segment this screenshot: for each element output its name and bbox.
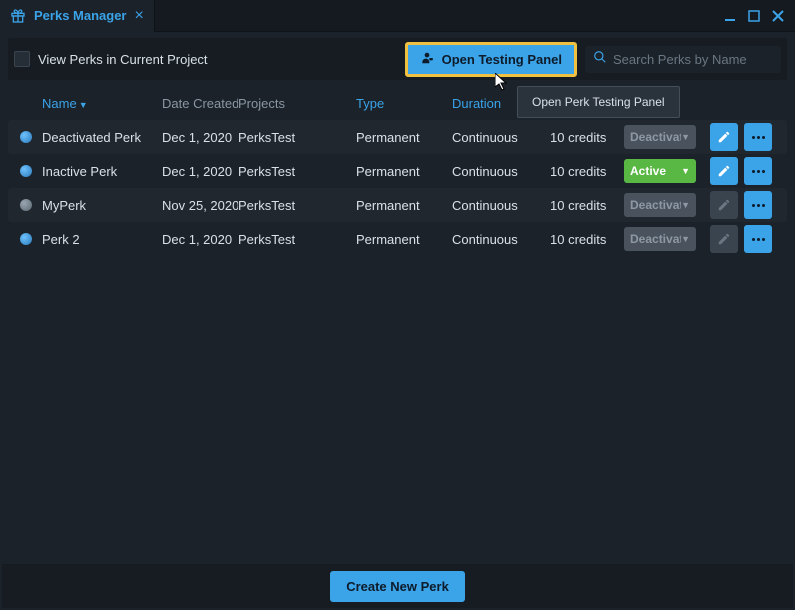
sort-caret-icon: ▼	[79, 100, 88, 110]
perks-manager-window: Perks Manager × View Perks in Current Pr…	[0, 0, 795, 610]
col-type[interactable]: Type	[356, 96, 452, 111]
more-button[interactable]	[744, 157, 772, 185]
cell-projects: PerksTest	[238, 130, 356, 145]
cell-projects: PerksTest	[238, 198, 356, 213]
perks-table: Name▼ Date Created Projects Type Duratio…	[0, 86, 795, 564]
ellipsis-icon	[752, 136, 765, 139]
tooltip: Open Perk Testing Panel	[517, 86, 680, 118]
testing-icon	[420, 51, 434, 68]
status-dropdown[interactable]: Deactivated▼	[624, 227, 696, 251]
tab-title: Perks Manager	[34, 8, 127, 23]
col-projects[interactable]: Projects	[238, 96, 356, 111]
cell-price: 10 credits	[550, 164, 624, 179]
cell-duration: Continuous	[452, 164, 550, 179]
cell-name: Perk 2	[42, 232, 162, 247]
search-input[interactable]	[613, 52, 773, 67]
edit-button[interactable]	[710, 225, 738, 253]
more-button[interactable]	[744, 225, 772, 253]
table-row: Perk 2Dec 1, 2020PerksTestPermanentConti…	[8, 222, 787, 256]
cell-duration: Continuous	[452, 198, 550, 213]
cell-duration: Continuous	[452, 232, 550, 247]
footer: Create New Perk	[2, 564, 793, 608]
cell-type: Permanent	[356, 232, 452, 247]
cell-projects: PerksTest	[238, 164, 356, 179]
cell-type: Permanent	[356, 130, 452, 145]
edit-button[interactable]	[710, 191, 738, 219]
table-row: Inactive PerkDec 1, 2020PerksTestPermane…	[8, 154, 787, 188]
status-dot-icon	[20, 131, 32, 143]
cell-date: Dec 1, 2020	[162, 232, 238, 247]
status-dot-icon	[20, 165, 32, 177]
cell-name: Deactivated Perk	[42, 130, 162, 145]
col-date[interactable]: Date Created	[162, 96, 238, 111]
chevron-down-icon: ▼	[681, 200, 690, 210]
close-window-icon[interactable]	[771, 9, 785, 23]
create-new-perk-button[interactable]: Create New Perk	[330, 571, 465, 602]
cell-name: Inactive Perk	[42, 164, 162, 179]
more-button[interactable]	[744, 123, 772, 151]
chevron-down-icon: ▼	[681, 234, 690, 244]
gift-icon	[10, 8, 26, 24]
tab-bar: Perks Manager ×	[0, 0, 795, 32]
edit-button[interactable]	[710, 123, 738, 151]
ellipsis-icon	[752, 238, 765, 241]
minimize-icon[interactable]	[723, 9, 737, 23]
table-row: MyPerkNov 25, 2020PerksTestPermanentCont…	[8, 188, 787, 222]
more-button[interactable]	[744, 191, 772, 219]
close-icon[interactable]: ×	[135, 7, 144, 25]
cell-name: MyPerk	[42, 198, 162, 213]
status-dot-icon	[20, 199, 32, 211]
maximize-icon[interactable]	[747, 9, 761, 23]
cell-projects: PerksTest	[238, 232, 356, 247]
chevron-down-icon: ▼	[681, 166, 690, 176]
search-wrap	[585, 46, 781, 73]
open-testing-panel-button[interactable]: Open Testing Panel	[405, 42, 577, 77]
status-dropdown[interactable]: Deactivated▼	[624, 125, 696, 149]
ellipsis-icon	[752, 170, 765, 173]
open-testing-label: Open Testing Panel	[442, 52, 562, 67]
status-dropdown[interactable]: Active▼	[624, 159, 696, 183]
table-row: Deactivated PerkDec 1, 2020PerksTestPerm…	[8, 120, 787, 154]
chevron-down-icon: ▼	[681, 132, 690, 142]
ellipsis-icon	[752, 204, 765, 207]
status-dot-icon	[20, 233, 32, 245]
cell-type: Permanent	[356, 198, 452, 213]
cell-date: Dec 1, 2020	[162, 164, 238, 179]
cell-date: Dec 1, 2020	[162, 130, 238, 145]
tab-perks-manager[interactable]: Perks Manager ×	[0, 0, 155, 32]
search-icon	[593, 50, 607, 69]
toolbar: View Perks in Current Project Open Testi…	[8, 38, 787, 80]
cell-price: 10 credits	[550, 198, 624, 213]
window-controls	[723, 9, 795, 23]
view-current-project-checkbox[interactable]	[14, 51, 30, 67]
edit-button[interactable]	[710, 157, 738, 185]
cell-price: 10 credits	[550, 130, 624, 145]
cell-type: Permanent	[356, 164, 452, 179]
view-current-project-label: View Perks in Current Project	[38, 52, 208, 67]
status-dropdown[interactable]: Deactivated▼	[624, 193, 696, 217]
cell-date: Nov 25, 2020	[162, 198, 238, 213]
cell-price: 10 credits	[550, 232, 624, 247]
cell-duration: Continuous	[452, 130, 550, 145]
col-name[interactable]: Name▼	[42, 96, 162, 111]
